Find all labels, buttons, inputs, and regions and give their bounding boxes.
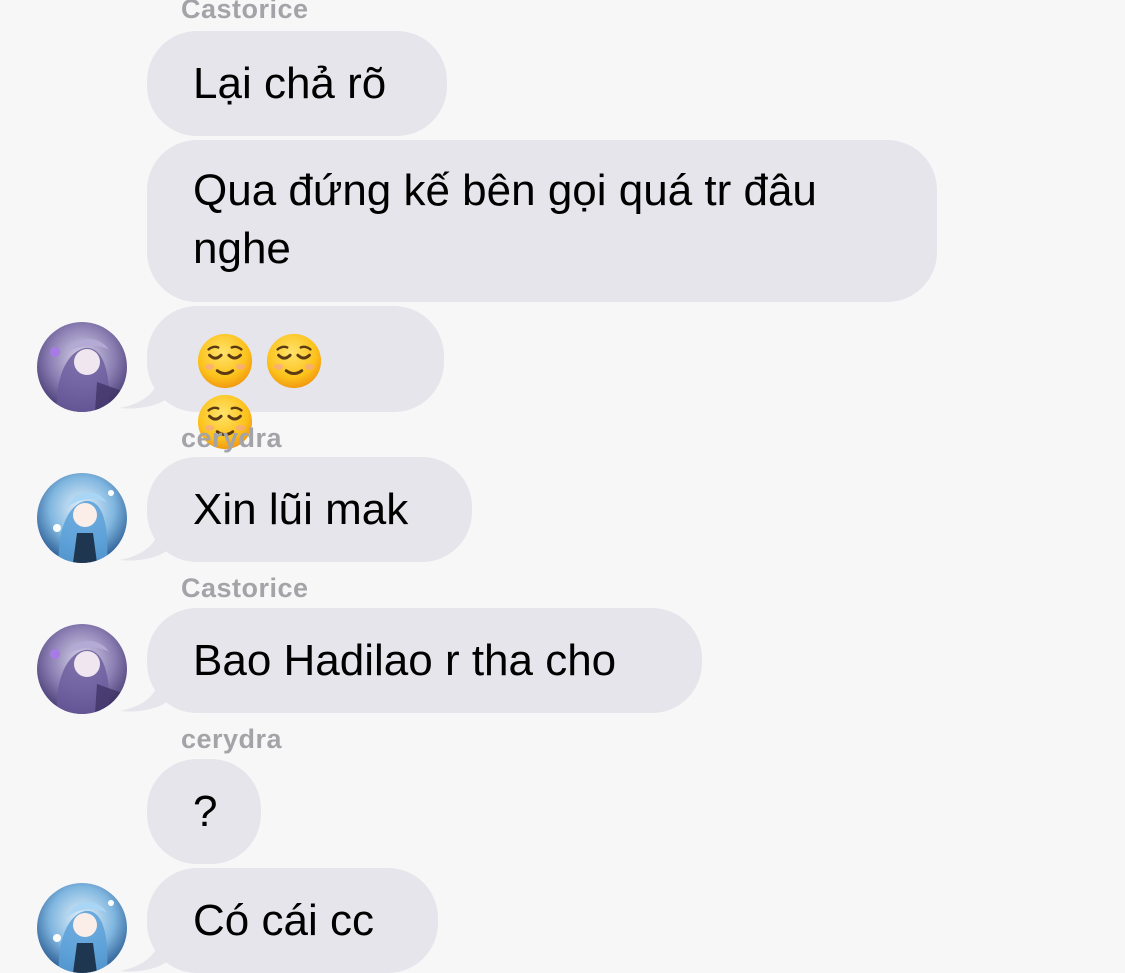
cerydra-avatar[interactable] [37,883,127,973]
message-text: Bao Hadilao r tha cho [193,636,617,685]
cerydra-avatar-icon [37,473,127,563]
message-text: Có cái cc [193,896,374,945]
message-text: Lại chả rõ [193,59,387,108]
message-bubble-emoji[interactable] [147,306,444,449]
message-bubble[interactable]: Qua đứng kế bên gọi quá tr đâu nghe [147,140,937,302]
message-text: ? [193,787,218,836]
cerydra-avatar-icon [37,883,127,973]
message-bubble[interactable]: Bao Hadilao r tha cho [147,608,702,713]
sender-name-cerydra: cerydra [181,724,283,754]
message-text: Qua đứng kế bên gọi quá tr đâu nghe [193,166,817,273]
relieved-face-icon [197,334,253,389]
sender-name-castorice: Castorice [181,0,309,24]
relieved-face-icon [266,334,322,389]
castorice-avatar-icon [37,624,127,714]
message-bubble[interactable]: Xin lũi mak [147,457,472,562]
message-bubble[interactable]: Có cái cc [147,868,438,973]
cerydra-avatar[interactable] [37,473,127,563]
castorice-avatar-icon [37,322,127,412]
castorice-avatar[interactable] [37,322,127,412]
sender-name-castorice: Castorice [181,573,309,603]
sender-name-cerydra: cerydra [181,423,283,453]
castorice-avatar[interactable] [37,624,127,714]
message-text: Xin lũi mak [193,485,409,534]
message-bubble[interactable]: Lại chả rõ [147,31,447,136]
message-bubble[interactable]: ? [147,759,261,864]
